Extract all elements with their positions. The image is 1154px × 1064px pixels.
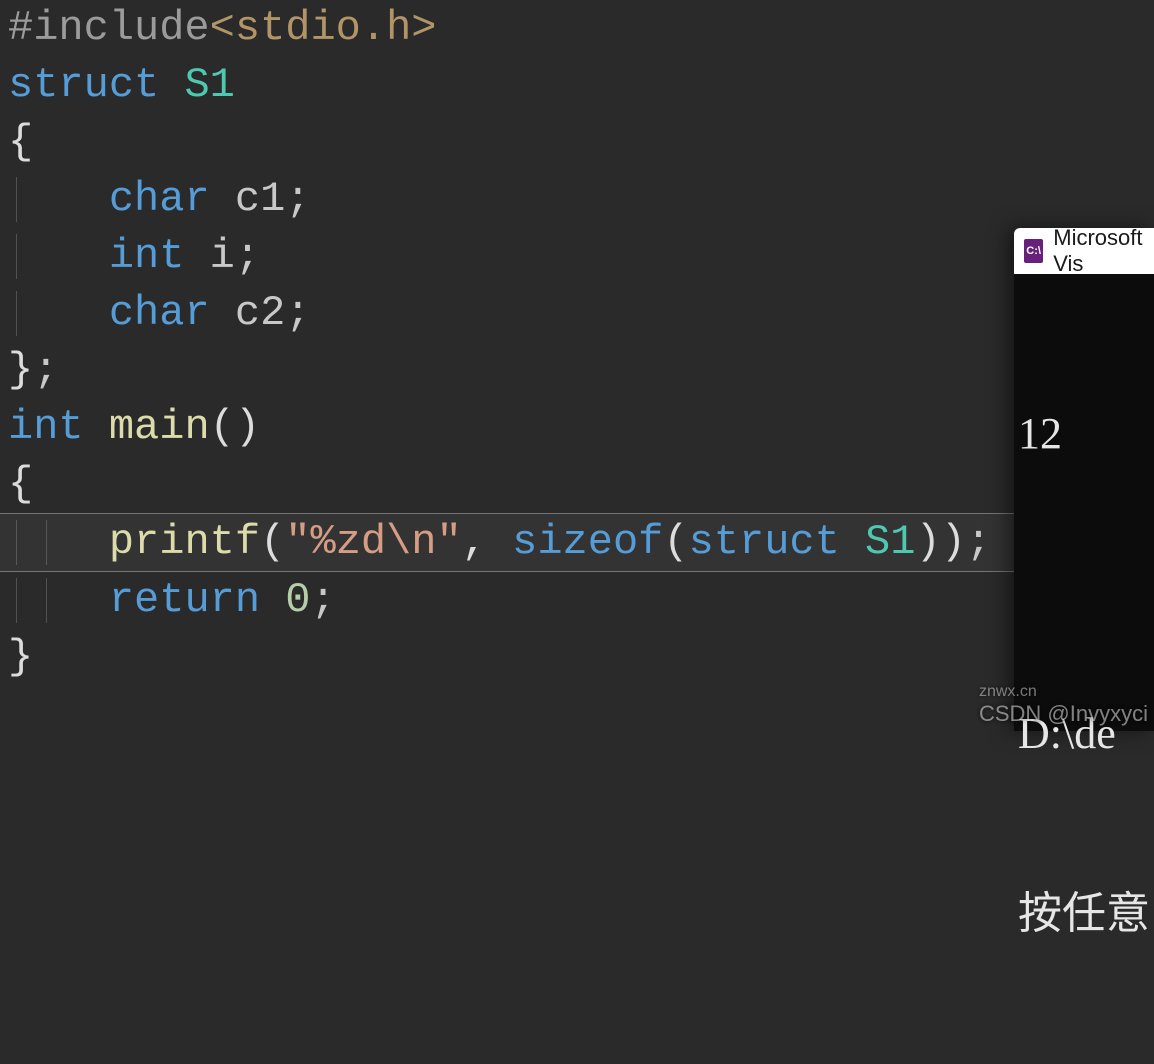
semicolon: ; xyxy=(235,228,260,285)
number-literal: 0 xyxy=(285,572,310,629)
keyword-return: return xyxy=(109,572,260,629)
watermark-top: znwx.cn xyxy=(979,683,1148,701)
paren-open: ( xyxy=(260,514,285,571)
code-line-active[interactable]: printf("%zd\n", sizeof(struct S1)); xyxy=(0,513,1014,572)
console-output: 12 D:\de 按任意 xyxy=(1014,274,1154,1064)
identifier: i xyxy=(210,228,235,285)
identifier: c1 xyxy=(235,171,285,228)
paren-close: ) xyxy=(941,514,966,571)
keyword-sizeof: sizeof xyxy=(512,514,663,571)
console-output-value: 12 xyxy=(1018,404,1154,464)
keyword-char: char xyxy=(109,171,210,228)
indent-guide xyxy=(16,177,17,222)
string-literal: "%zd\n" xyxy=(285,514,461,571)
code-line: } xyxy=(0,629,1014,686)
indent-guide xyxy=(16,520,17,565)
brace-open: { xyxy=(8,456,33,513)
identifier: c2 xyxy=(235,285,285,342)
keyword-struct: struct xyxy=(8,57,159,114)
paren-open: ( xyxy=(663,514,688,571)
type-name: S1 xyxy=(184,57,234,114)
vs-icon: C:\ xyxy=(1024,239,1043,263)
semicolon: ; xyxy=(285,285,310,342)
include-path: stdio.h xyxy=(235,0,411,57)
angle-bracket-close: > xyxy=(411,0,436,57)
angle-bracket-open: < xyxy=(210,0,235,57)
brace-close: } xyxy=(8,342,33,399)
indent-guide xyxy=(16,578,17,623)
keyword-int: int xyxy=(109,228,185,285)
semicolon: ; xyxy=(285,171,310,228)
indent-guide xyxy=(16,234,17,279)
type-name: S1 xyxy=(865,514,915,571)
indent-guide xyxy=(46,520,47,565)
code-line: #include<stdio.h> xyxy=(0,0,1014,57)
code-line: int i; xyxy=(0,228,1014,285)
code-line: return 0; xyxy=(0,572,1014,629)
function-printf: printf xyxy=(109,514,260,571)
preprocessor-directive: #include xyxy=(8,0,210,57)
code-line: { xyxy=(0,456,1014,513)
comma: , xyxy=(462,514,512,571)
code-line: { xyxy=(0,114,1014,171)
code-line: char c1; xyxy=(0,171,1014,228)
parens: () xyxy=(210,399,260,456)
console-prompt-line: 按任意 xyxy=(1018,884,1154,944)
code-line: struct S1 xyxy=(0,57,1014,114)
watermark: znwx.cn CSDN @Invyxyci xyxy=(979,683,1148,727)
indent-guide xyxy=(46,578,47,623)
indent-guide xyxy=(16,291,17,336)
code-line: }; xyxy=(0,342,1014,399)
paren-close: ) xyxy=(915,514,940,571)
semicolon: ; xyxy=(33,342,58,399)
function-name: main xyxy=(109,399,210,456)
semicolon: ; xyxy=(311,572,336,629)
console-window[interactable]: C:\ Microsoft Vis 12 D:\de 按任意 xyxy=(1014,228,1154,731)
watermark-bottom: CSDN @Invyxyci xyxy=(979,701,1148,727)
keyword-char: char xyxy=(109,285,210,342)
code-line: int main() xyxy=(0,399,1014,456)
semicolon: ; xyxy=(966,514,991,571)
code-line: char c2; xyxy=(0,285,1014,342)
brace-open: { xyxy=(8,114,33,171)
brace-close: } xyxy=(8,629,33,686)
keyword-struct: struct xyxy=(689,514,840,571)
code-editor[interactable]: #include<stdio.h> struct S1 { char c1; i… xyxy=(0,0,1014,731)
keyword-int: int xyxy=(8,399,84,456)
console-title-text: Microsoft Vis xyxy=(1053,225,1154,277)
console-titlebar[interactable]: C:\ Microsoft Vis xyxy=(1014,228,1154,274)
